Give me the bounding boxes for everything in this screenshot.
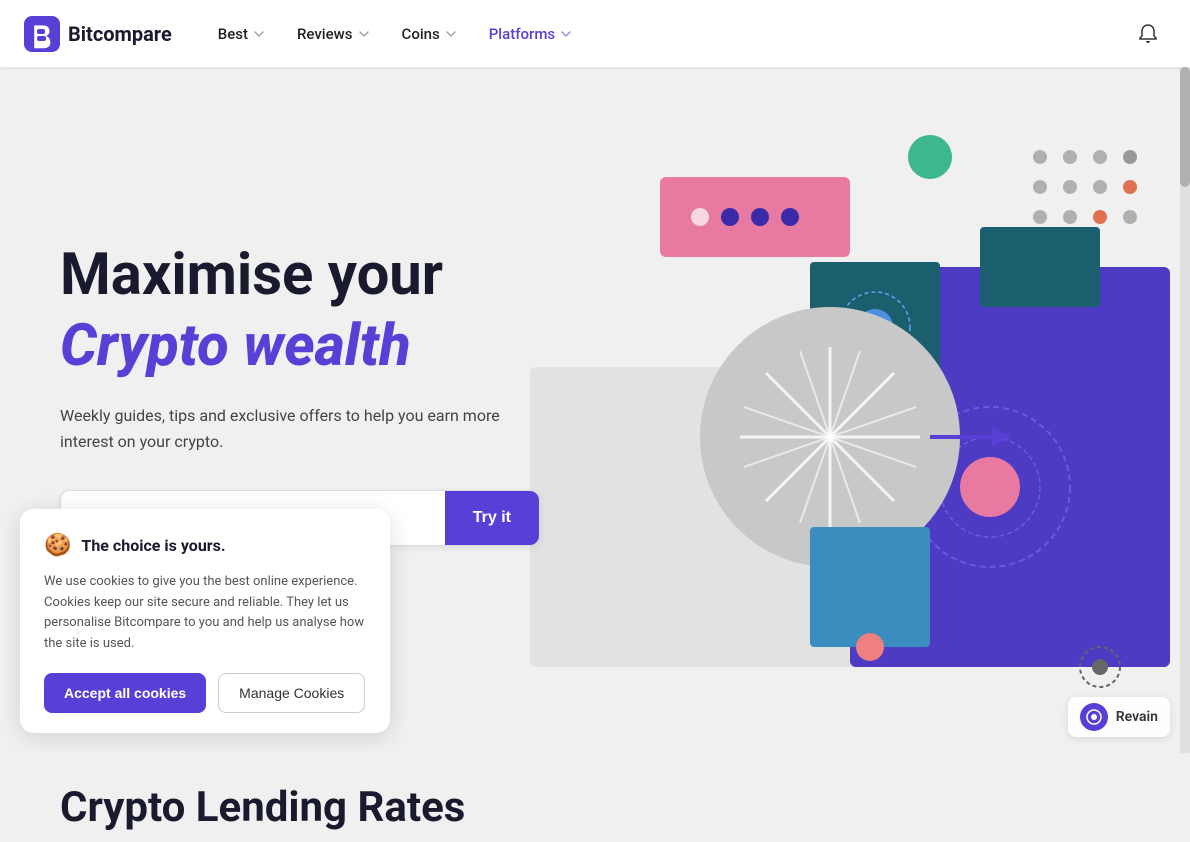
nav-label-platforms: Platforms: [489, 25, 555, 43]
chevron-down-icon: [253, 28, 265, 40]
revain-label: Revain: [1116, 709, 1158, 725]
cookie-title: The choice is yours.: [81, 536, 225, 555]
scrollbar-track[interactable]: [1180, 67, 1190, 753]
hero-subtitle: Weekly guides, tips and exclusive offers…: [60, 403, 540, 454]
hero-title-line1: Maximise your: [60, 244, 540, 308]
cookie-title-row: 🍪 The choice is yours.: [44, 533, 366, 558]
nav-label-best: Best: [218, 25, 248, 43]
hero-illustration: [500, 67, 1190, 753]
hero-section: Maximise your Crypto wealth Weekly guide…: [0, 67, 1190, 753]
revain-badge: Revain: [1068, 697, 1170, 737]
chevron-down-icon: [560, 28, 572, 40]
nav-item-platforms[interactable]: Platforms: [475, 17, 586, 51]
chevron-down-icon: [358, 28, 370, 40]
notification-bell[interactable]: [1130, 16, 1166, 52]
nav-menu: Best Reviews Coins Platforms: [204, 17, 1130, 51]
logo[interactable]: Bitcompare: [24, 16, 172, 52]
nav-label-coins: Coins: [402, 25, 440, 43]
cookie-emoji: 🍪: [44, 533, 71, 558]
cookie-body-text: We use cookies to give you the best onli…: [44, 572, 366, 655]
try-it-button[interactable]: Try it: [445, 491, 539, 545]
cookie-buttons: Accept all cookies Manage Cookies: [44, 673, 366, 713]
chevron-down-icon: [445, 28, 457, 40]
scrollbar-thumb[interactable]: [1180, 67, 1190, 187]
logo-text: Bitcompare: [68, 22, 172, 46]
revain-icon: [1080, 703, 1108, 731]
nav-item-coins[interactable]: Coins: [388, 17, 471, 51]
cookie-banner: 🍪 The choice is yours. We use cookies to…: [20, 509, 390, 733]
section-heading: Crypto Lending Rates: [0, 753, 1190, 842]
navbar: Bitcompare Best Reviews Coins Platforms: [0, 0, 1190, 67]
nav-item-reviews[interactable]: Reviews: [283, 17, 384, 51]
nav-label-reviews: Reviews: [297, 25, 353, 43]
nav-item-best[interactable]: Best: [204, 17, 279, 51]
accept-all-cookies-button[interactable]: Accept all cookies: [44, 673, 206, 713]
hero-title-line2: Crypto wealth: [60, 315, 540, 379]
manage-cookies-button[interactable]: Manage Cookies: [218, 673, 365, 713]
